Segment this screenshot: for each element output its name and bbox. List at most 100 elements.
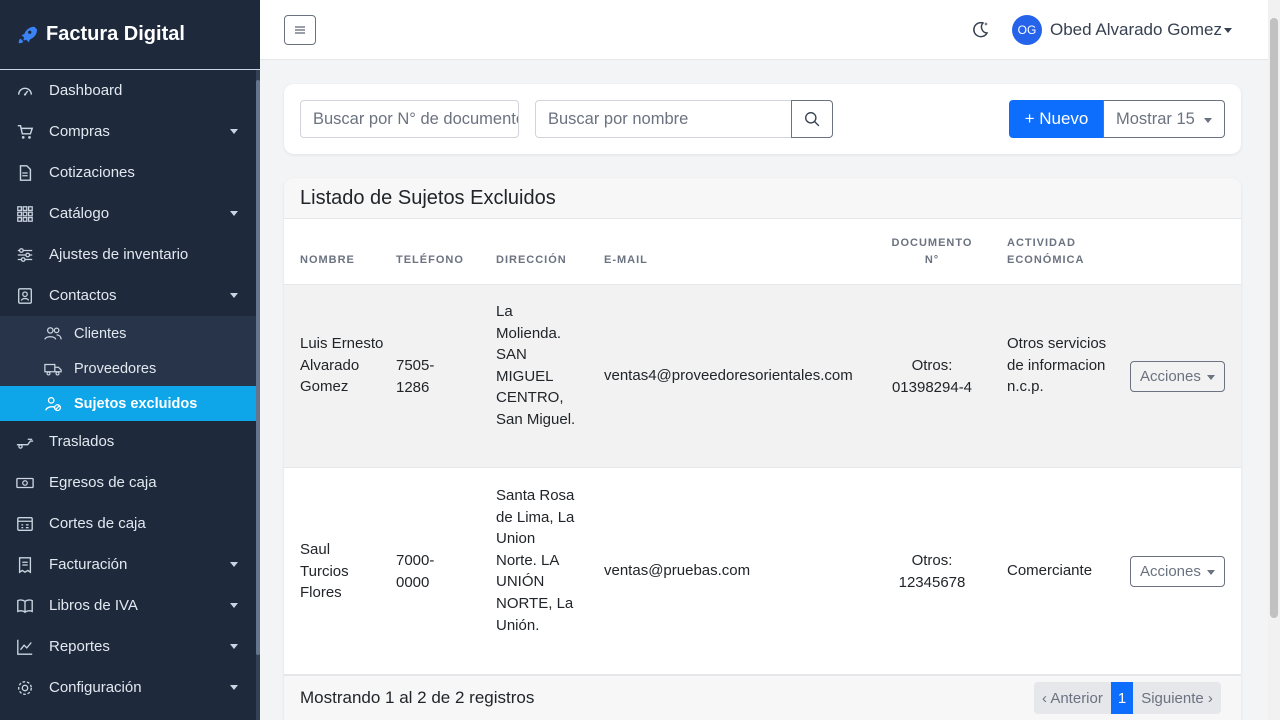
records-summary: Mostrando 1 al 2 de 2 registros	[300, 688, 535, 707]
sidebar-scrollbar-thumb[interactable]	[256, 80, 260, 655]
page-title: Listado de Sujetos Excluidos	[284, 178, 1241, 219]
cell-direccion: Santa Rosa de Lima, La Union Norte. LA U…	[496, 487, 575, 634]
truck-icon	[44, 363, 62, 376]
sidebar-item-clientes[interactable]: Clientes	[0, 316, 256, 351]
column-header-email: E-MAIL	[604, 254, 648, 266]
cell-actividad: Otros servicios de informacion n.c.p.	[1007, 335, 1107, 396]
chevron-down-icon	[230, 603, 238, 608]
sidebar-item-proveedores[interactable]: Proveedores	[0, 351, 256, 386]
moon-icon[interactable]	[970, 20, 990, 40]
pagination-prev[interactable]: ‹ Anterior	[1034, 682, 1111, 714]
sidebar-item-contactos[interactable]: Contactos	[0, 275, 256, 316]
pagination-page[interactable]: 1	[1110, 682, 1134, 714]
column-header-documento-line2: N°	[924, 254, 940, 266]
avatar[interactable]: OG	[1012, 15, 1042, 45]
sidebar-item-dashboard[interactable]: Dashboard	[0, 70, 256, 111]
column-header-direccion: DIRECCIÓN	[496, 254, 567, 266]
page-size-select[interactable]: Mostrar 15	[1103, 100, 1225, 138]
sidebar-item-label: Configuración	[49, 679, 142, 696]
chevron-down-icon	[230, 562, 238, 567]
user-excluded-icon	[45, 396, 62, 411]
sidebar-item-label: Compras	[49, 123, 110, 140]
sidebar: Factura Digital Dashboard Compras Cotiza…	[0, 0, 260, 720]
cell-actividad: Comerciante	[1007, 562, 1093, 579]
chevron-down-icon	[230, 685, 238, 690]
sidebar-item-reportes[interactable]: Reportes	[0, 626, 256, 667]
sidebar-item-label: Catálogo	[49, 205, 110, 222]
cell-documento-number: 01398294-4	[891, 378, 973, 396]
cell-documento: Otros: 01398294-4	[874, 355, 990, 398]
chevron-down-icon	[230, 211, 238, 216]
cell-telefono: 7000-0000	[396, 552, 435, 591]
dashboard-icon	[17, 87, 33, 96]
sidebar-item-traslados[interactable]: Traslados	[0, 421, 256, 462]
grid-icon	[17, 205, 33, 222]
column-header-documento: DOCUMENTO N°	[874, 235, 990, 269]
cell-email: ventas4@proveedoresorientales.com	[604, 367, 853, 384]
sidebar-item-label: Clientes	[74, 325, 127, 342]
sliders-icon	[17, 247, 33, 262]
rocket-icon	[18, 26, 38, 43]
sidebar-item-label: Traslados	[49, 433, 115, 450]
table-footer: Mostrando 1 al 2 de 2 registros ‹ Anteri…	[284, 675, 1241, 720]
sidebar-item-label: Libros de IVA	[49, 597, 138, 614]
chevron-down-icon	[1204, 118, 1212, 123]
cell-documento-number: 12345678	[898, 573, 966, 591]
sidebar-item-configuracion[interactable]: Configuración	[0, 667, 256, 708]
cash-icon	[16, 477, 34, 488]
sidebar-item-compras[interactable]: Compras	[0, 111, 256, 152]
cell-documento-type: Otros:	[911, 357, 953, 374]
sidebar-item-libros-iva[interactable]: Libros de IVA	[0, 585, 256, 626]
sidebar-item-label: Reportes	[49, 638, 110, 655]
pagination-next[interactable]: Siguiente ›	[1133, 682, 1221, 714]
sidebar-item-facturacion[interactable]: Facturación	[0, 544, 256, 585]
menu-toggle-button[interactable]	[284, 15, 316, 45]
cell-documento: Otros: 12345678	[874, 550, 990, 593]
sidebar-item-ajustes-inventario[interactable]: Ajustes de inventario	[0, 234, 256, 275]
sidebar-item-egresos-caja[interactable]: Egresos de caja	[0, 462, 256, 503]
column-header-actividad: ACTIVIDAD ECONÓMICA	[1007, 235, 1084, 269]
hamburger-icon	[295, 26, 305, 34]
contacts-icon	[18, 287, 32, 304]
sidebar-item-label: Cotizaciones	[49, 164, 135, 181]
search-card: Buscar por N° de documento Buscar por no…	[284, 84, 1241, 154]
users-icon	[44, 326, 62, 340]
chevron-down-icon	[230, 129, 238, 134]
search-button[interactable]	[791, 100, 833, 138]
column-header-telefono: TELÉFONO	[396, 254, 464, 266]
cart-icon	[17, 124, 34, 139]
chevron-down-icon[interactable]	[1224, 28, 1232, 33]
top-bar: OG Obed Alvarado Gomez	[260, 0, 1268, 60]
transfer-icon	[16, 438, 34, 449]
sidebar-item-catalogo[interactable]: Catálogo	[0, 193, 256, 234]
search-icon	[804, 111, 819, 126]
document-search-input[interactable]: Buscar por N° de documento	[300, 100, 519, 138]
book-icon	[17, 598, 33, 613]
document-icon	[19, 164, 32, 181]
table-card: Listado de Sujetos Excluidos NOMBRE TELÉ…	[284, 178, 1241, 720]
contactos-submenu: Clientes Proveedores Sujetos excluidos	[0, 316, 256, 421]
sidebar-item-label: Dashboard	[49, 82, 123, 99]
sidebar-item-label: Egresos de caja	[49, 474, 157, 491]
user-name[interactable]: Obed Alvarado Gomez	[1050, 20, 1222, 40]
sidebar-item-cotizaciones[interactable]: Cotizaciones	[0, 152, 256, 193]
name-search-input[interactable]: Buscar por nombre	[535, 100, 792, 138]
sidebar-item-cortes-caja[interactable]: Cortes de caja	[0, 503, 256, 544]
receipt-icon	[18, 556, 32, 573]
actions-dropdown-button[interactable]: Acciones	[1130, 556, 1225, 587]
actions-dropdown-button[interactable]: Acciones	[1130, 361, 1225, 392]
sidebar-item-sujetos-excluidos[interactable]: Sujetos excluidos	[0, 386, 256, 421]
page-scrollbar-thumb[interactable]	[1270, 18, 1278, 618]
sidebar-nav: Dashboard Compras Cotizaciones Catálogo …	[0, 70, 256, 708]
cell-nombre: Saul Turcios Flores	[300, 541, 349, 602]
page-size-label: Mostrar 15	[1116, 109, 1195, 128]
table-row: Saul Turcios Flores 7000-0000 Santa Rosa…	[284, 468, 1241, 675]
table-header: NOMBRE TELÉFONO DIRECCIÓN E-MAIL DOCUMEN…	[284, 219, 1241, 285]
column-header-nombre: NOMBRE	[300, 254, 355, 266]
brand[interactable]: Factura Digital	[0, 0, 260, 70]
new-button[interactable]: + Nuevo	[1009, 100, 1104, 138]
cell-nombre: Luis Ernesto Alvarado Gomez	[300, 335, 384, 396]
actions-label: Acciones	[1140, 368, 1201, 385]
chevron-down-icon	[230, 644, 238, 649]
column-header-documento-line1: DOCUMENTO	[891, 237, 973, 249]
